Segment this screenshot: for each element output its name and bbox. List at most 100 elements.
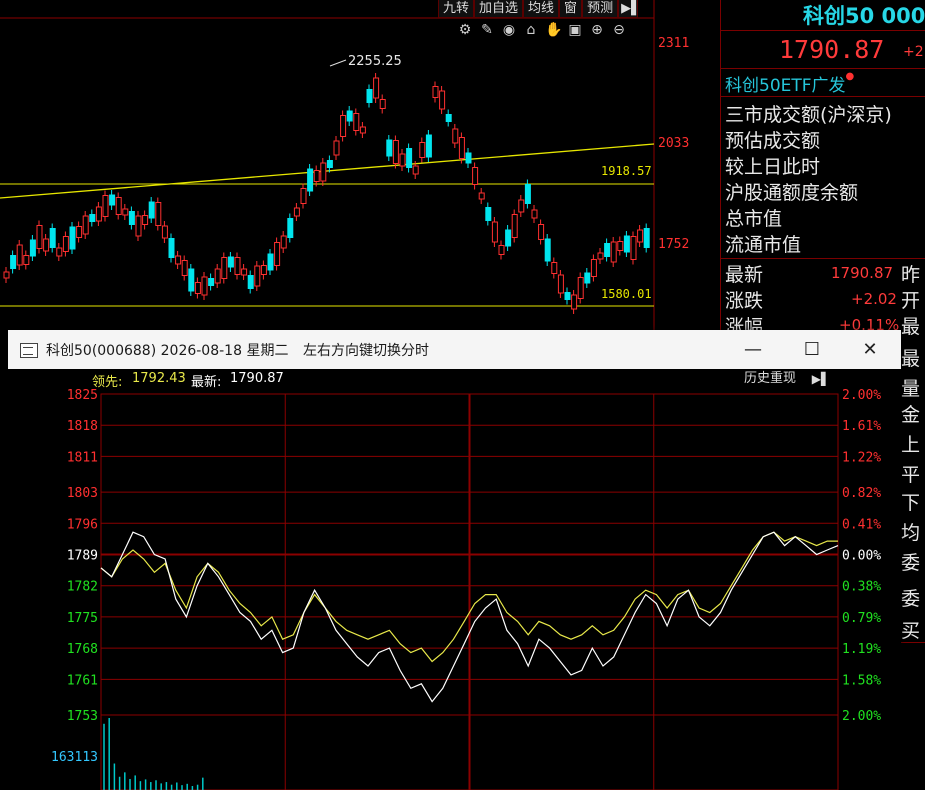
- kline-candle: [630, 236, 637, 260]
- alert-dot-icon: ●: [845, 71, 855, 82]
- kline-candle: [62, 236, 69, 252]
- popup-titlebar[interactable]: 科创50(000688) 2026-08-18 星期二 左右方向键切换分时 — …: [8, 330, 901, 369]
- window-button[interactable]: 窗: [559, 0, 583, 18]
- etf-link[interactable]: 科创50ETF广发●: [725, 71, 854, 96]
- info-vs-yesterday[interactable]: 较上日此时: [725, 152, 820, 179]
- volume-axis-label: 163113: [51, 750, 98, 765]
- kline-candle: [128, 211, 135, 225]
- lead-label: 领先:: [92, 375, 123, 390]
- kline-candle: [181, 260, 188, 276]
- zoom-in-icon[interactable]: ⊕: [589, 22, 605, 38]
- store-icon[interactable]: ⌂: [523, 22, 539, 38]
- divider: [721, 30, 925, 31]
- info-float-mktcap[interactable]: 流通市值: [725, 230, 801, 257]
- pin-right-button[interactable]: ▶▌: [618, 0, 641, 18]
- info-turnover-estimate[interactable]: 预估成交额: [725, 126, 820, 153]
- kline-candle: [102, 195, 109, 217]
- moving-average-button[interactable]: 均线: [523, 0, 560, 18]
- y-tick-label: 1775: [67, 611, 98, 626]
- lock-icon[interactable]: ▣: [567, 22, 583, 38]
- eye-icon[interactable]: ◉: [501, 22, 517, 38]
- gear-icon[interactable]: ⚙: [457, 22, 473, 38]
- kline-candle: [610, 241, 617, 263]
- kline-tool-icons: ⚙ ✎ ◉ ⌂ ✋ ▣ ⊕ ⊖: [457, 22, 627, 38]
- kline-candle: [227, 256, 234, 268]
- kline-candle: [23, 255, 30, 265]
- kline-candle: [3, 271, 10, 279]
- y-tick-label: 1796: [67, 517, 98, 532]
- row-label-0: 最: [901, 348, 921, 370]
- y-tick-label: 1761: [67, 673, 98, 688]
- kline-candle: [379, 99, 386, 109]
- kline-candle: [274, 242, 281, 266]
- kline-toolbar: 九转 加自选 均线 窗 预测 ▶▌: [438, 0, 641, 18]
- kline-candle: [564, 292, 571, 300]
- kline-candle: [419, 142, 426, 158]
- chart-header: 领先: 1792.43 最新: 1790.87 历史重现 ▶▌: [8, 369, 901, 390]
- close-button[interactable]: ✕: [848, 335, 892, 365]
- row-label-7: 委: [901, 552, 921, 574]
- kline-candle: [326, 160, 333, 168]
- info-turnover-total[interactable]: 三市成交额(沪深京): [725, 100, 892, 127]
- kline-candle: [201, 276, 208, 296]
- pct-tick-label: 2.00%: [842, 388, 881, 403]
- kline-candle: [168, 238, 175, 258]
- pct-tick-label: 1.58%: [842, 673, 881, 688]
- pct-tick-label: 0.82%: [842, 486, 881, 501]
- kline-candle: [544, 238, 551, 262]
- play-end-icon[interactable]: ▶▌: [811, 370, 831, 388]
- kline-candle: [412, 165, 419, 175]
- pct-tick-label: 2.00%: [842, 709, 881, 724]
- kline-candle: [505, 229, 512, 247]
- kline-candle: [643, 228, 650, 248]
- etf-link-label: 科创50ETF广发: [725, 76, 846, 96]
- divider: [721, 96, 925, 97]
- kline-candle: [56, 247, 63, 257]
- kline-candle: [155, 202, 162, 226]
- kline-candle: [287, 218, 294, 238]
- kline-candle: [637, 229, 644, 243]
- kline-candle: [10, 255, 17, 269]
- kline-candle: [109, 194, 116, 206]
- kline-candle: [498, 245, 505, 255]
- info-total-mktcap[interactable]: 总市值: [725, 204, 782, 231]
- row-label-3: 上: [901, 434, 921, 456]
- app-window-icon: [20, 343, 38, 358]
- pen-icon[interactable]: ✎: [479, 22, 495, 38]
- info-northbound-quota[interactable]: 沪股通额度余额: [725, 178, 858, 205]
- kline-candle: [577, 277, 584, 299]
- minimize-button[interactable]: —: [731, 335, 775, 365]
- intraday-popup-window[interactable]: 科创50(000688) 2026-08-18 星期二 左右方向键切换分时 — …: [8, 330, 901, 790]
- divider: [721, 258, 925, 259]
- y-tick-label: 1768: [67, 642, 98, 657]
- price-axis-label: 1752: [658, 237, 689, 252]
- history-replay-button[interactable]: 历史重现: [735, 370, 805, 388]
- kline-candle: [485, 207, 492, 221]
- zoom-out-icon[interactable]: ⊖: [611, 22, 627, 38]
- kline-candle: [221, 257, 228, 279]
- kline-candle: [366, 89, 373, 103]
- kline-candle: [465, 152, 472, 164]
- latest-value: 1790.87: [230, 371, 284, 386]
- kline-candle: [359, 126, 366, 134]
- add-favorite-button[interactable]: 加自选: [474, 0, 524, 18]
- kline-candle: [320, 162, 327, 182]
- background-kline-chart[interactable]: 1918.57 1580.01 2311 2033 1752 2255.25 九转 加自选…: [0, 0, 720, 330]
- kline-candle: [571, 294, 578, 310]
- intraday-chart[interactable]: 1825 2.00% 1818 1.61% 1811 1.22% 1803 0.82% 1796…: [8, 369, 901, 790]
- jiuzhuan-button[interactable]: 九转: [438, 0, 475, 18]
- price-axis-label: 2311: [658, 36, 689, 51]
- kline-candle: [458, 137, 465, 159]
- maximize-button[interactable]: ☐: [790, 335, 834, 365]
- kline-candle: [425, 134, 432, 158]
- hand-icon[interactable]: ✋: [545, 22, 562, 38]
- kline-candle: [511, 214, 518, 238]
- forecast-button[interactable]: 预测: [582, 0, 619, 18]
- kline-candle: [142, 215, 149, 225]
- row-label-4: 平: [901, 464, 921, 486]
- kline-candle: [623, 235, 630, 253]
- kline-candle: [188, 268, 195, 292]
- kline-candle: [524, 184, 531, 204]
- popup-title: 科创50(000688) 2026-08-18 星期二: [46, 343, 289, 359]
- kline-candle: [439, 90, 446, 110]
